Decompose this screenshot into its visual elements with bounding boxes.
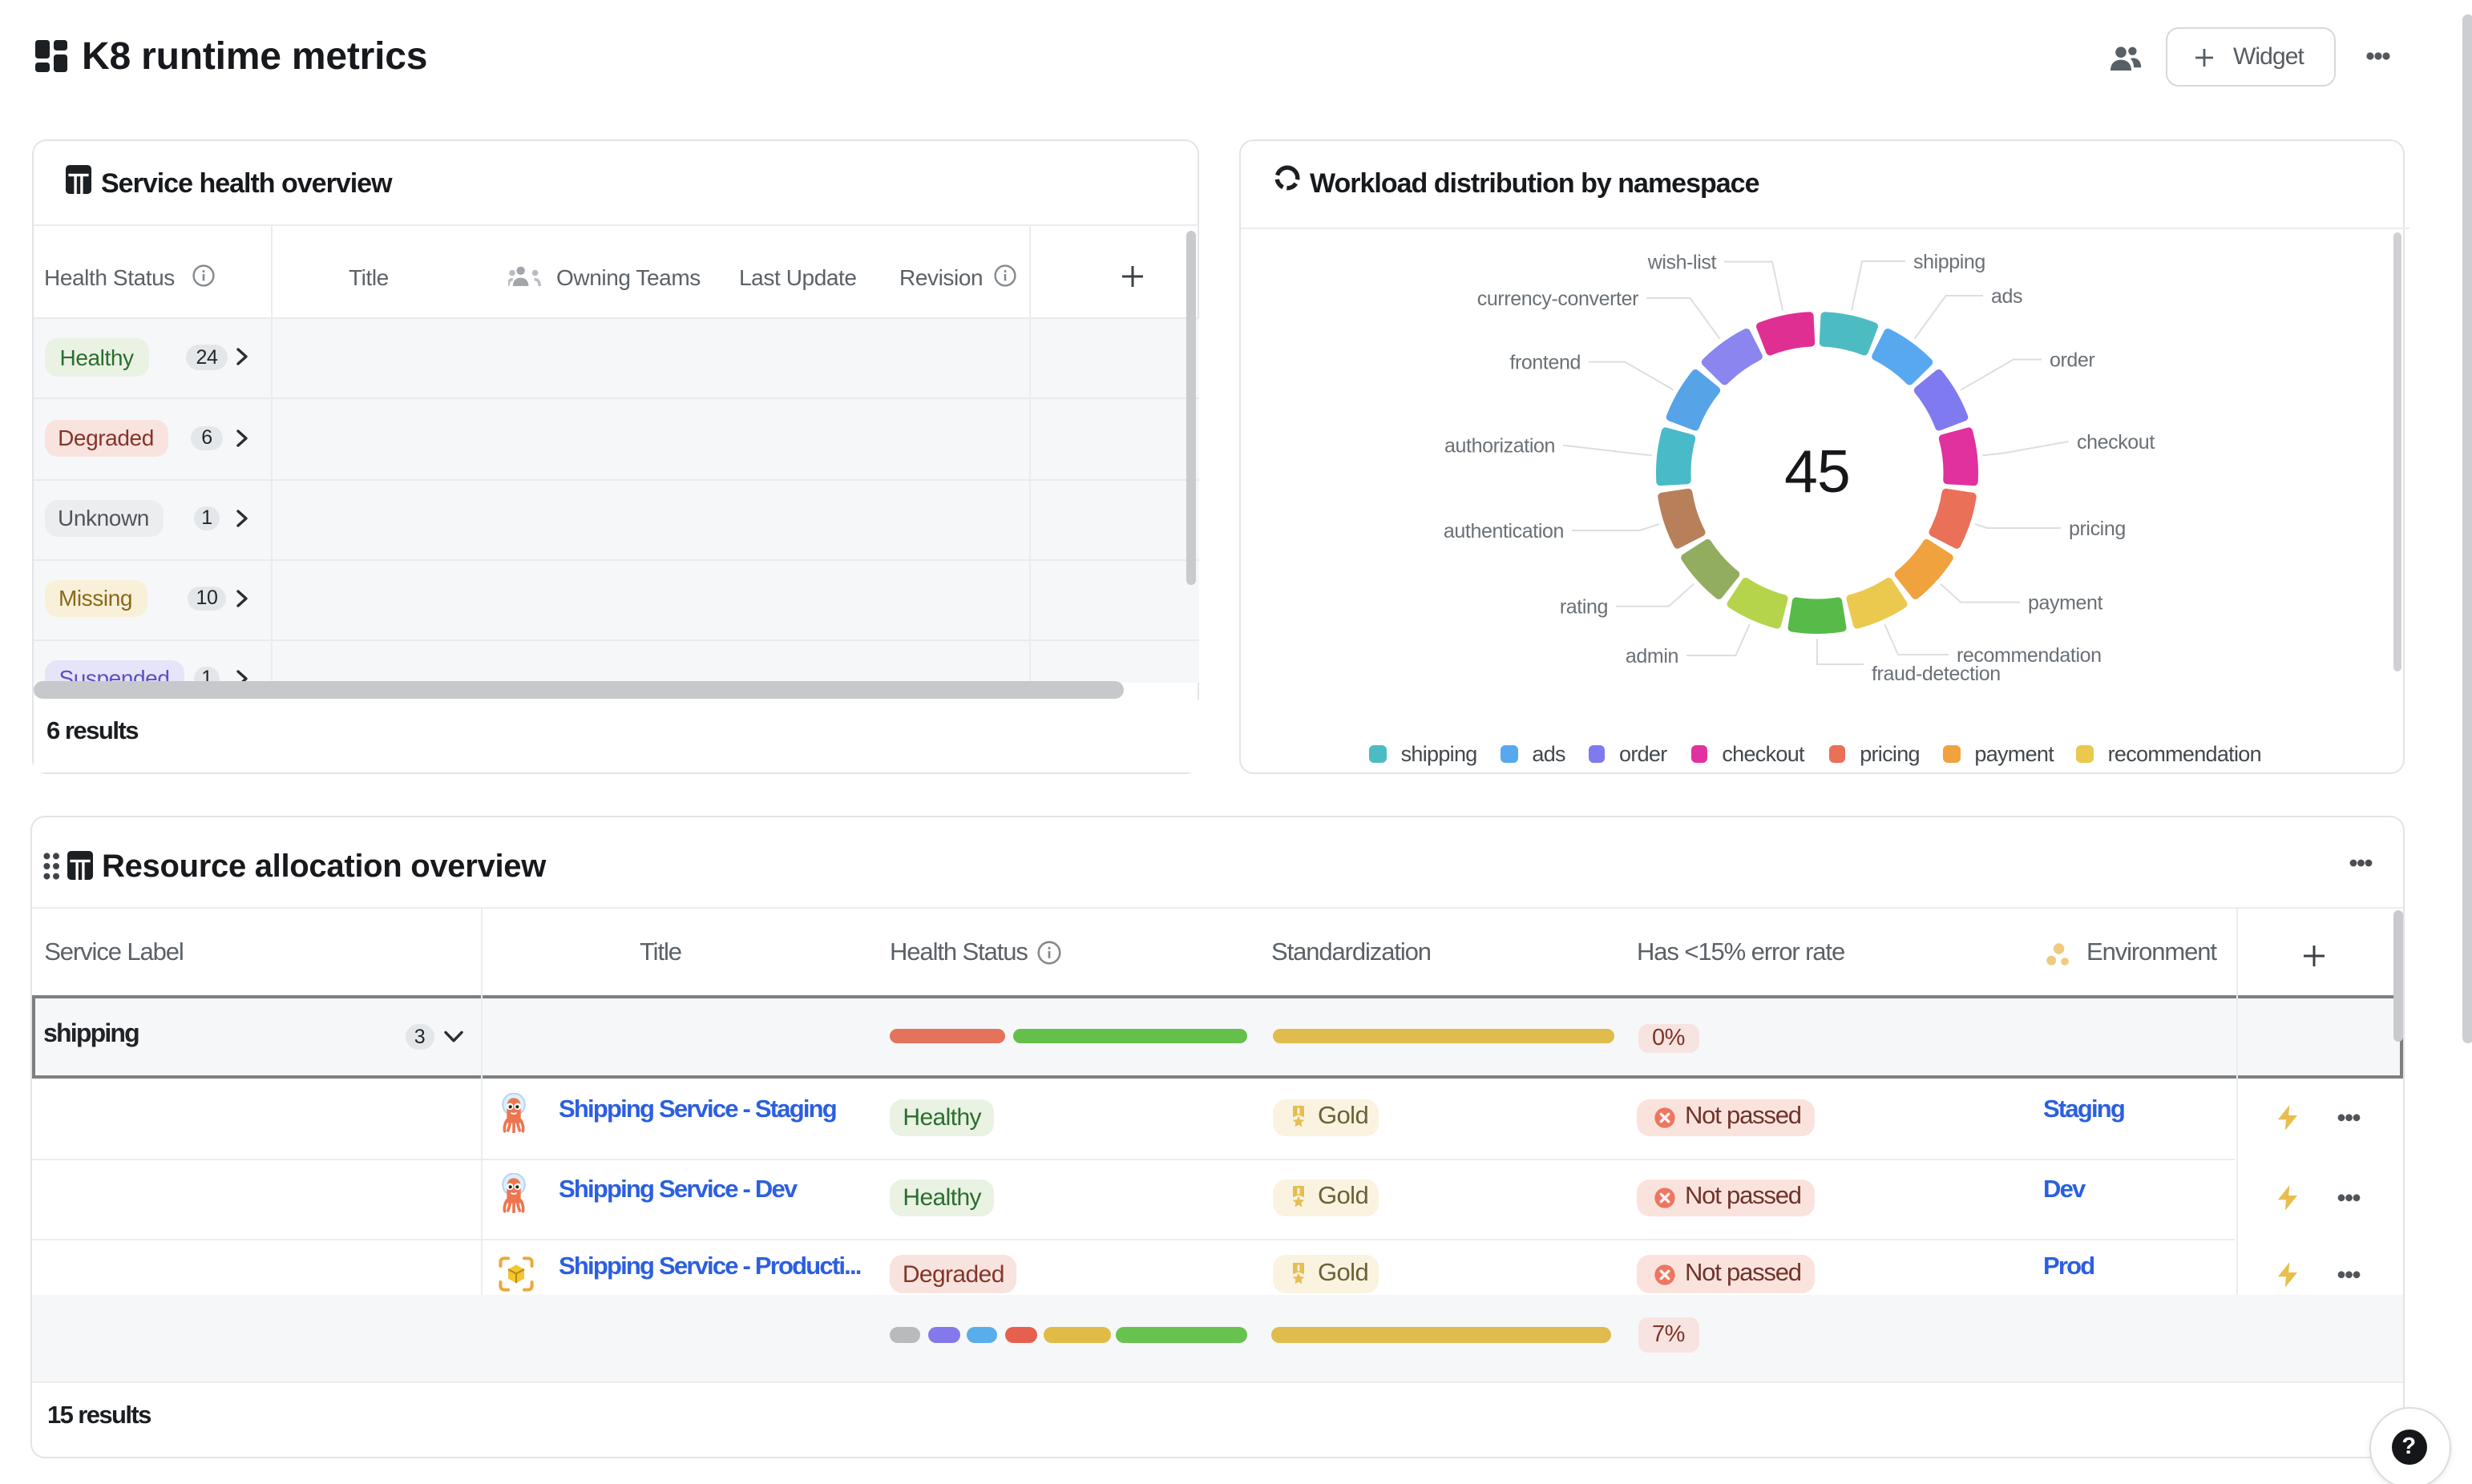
svg-text:fraud-detection: fraud-detection	[1871, 662, 2000, 684]
svg-text:wish-list: wish-list	[1646, 250, 1716, 272]
svg-text:pricing: pricing	[2068, 517, 2125, 539]
svg-text:checkout: checkout	[2076, 430, 2154, 453]
svg-text:45: 45	[1783, 437, 1849, 504]
svg-text:authentication: authentication	[1443, 519, 1563, 542]
svg-text:admin: admin	[1625, 644, 1678, 667]
svg-text:authorization: authorization	[1444, 434, 1554, 456]
svg-text:currency-converter: currency-converter	[1476, 287, 1638, 309]
svg-text:ads: ads	[1990, 284, 2022, 307]
svg-text:order: order	[2049, 348, 2094, 370]
svg-text:rating: rating	[1559, 595, 1607, 617]
svg-text:payment: payment	[2027, 591, 2102, 613]
svg-text:shipping: shipping	[1913, 250, 1985, 272]
svg-text:frontend: frontend	[1509, 350, 1580, 373]
